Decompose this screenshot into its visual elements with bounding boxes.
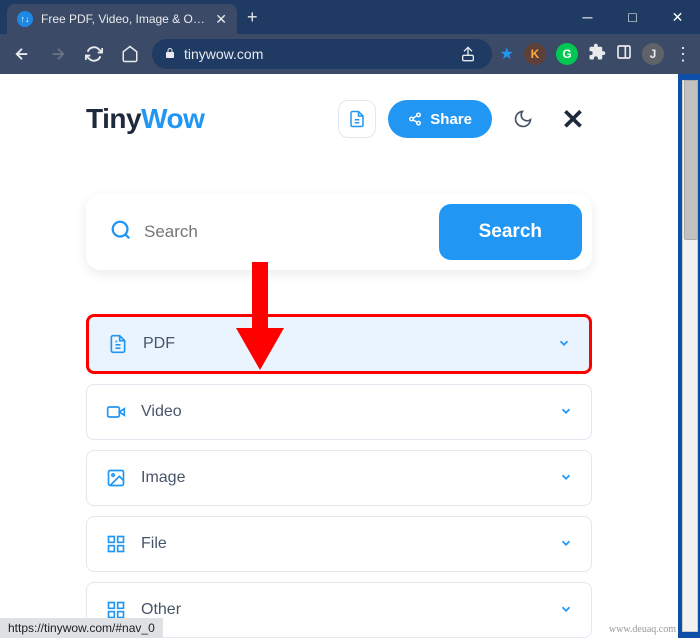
category-label: PDF (143, 335, 543, 353)
tab-close-icon[interactable]: ✕ (215, 11, 227, 28)
lock-icon (164, 47, 176, 62)
image-icon (105, 467, 127, 489)
category-video[interactable]: Video (86, 384, 592, 440)
scrollbar-thumb[interactable] (684, 80, 698, 240)
share-page-icon[interactable] (456, 42, 480, 66)
extensions-puzzle-icon[interactable] (588, 43, 606, 66)
annotation-arrow (230, 262, 290, 372)
back-button[interactable] (8, 40, 36, 68)
search-button[interactable]: Search (439, 204, 582, 260)
share-button[interactable]: Share (388, 100, 492, 138)
search-bar: Search (86, 194, 592, 270)
watermark: www.deuaq.com (609, 624, 676, 635)
chevron-down-icon (559, 536, 573, 553)
site-header: TinyWow Share ✕ (86, 100, 592, 138)
logo[interactable]: TinyWow (86, 103, 204, 135)
search-icon (110, 219, 132, 246)
bookmark-star-icon[interactable]: ★ (500, 44, 514, 64)
category-pdf[interactable]: PDF (86, 314, 592, 374)
category-image[interactable]: Image (86, 450, 592, 506)
search-input[interactable] (144, 222, 423, 242)
new-tab-button[interactable]: + (247, 7, 258, 28)
minimize-button[interactable]: ─ (565, 0, 610, 34)
url-text: tinywow.com (184, 46, 448, 62)
document-icon-button[interactable] (338, 100, 376, 138)
browser-tab[interactable]: ↑↓ Free PDF, Video, Image & Other ✕ (7, 4, 237, 34)
extension-k-icon[interactable]: K (524, 43, 546, 65)
maximize-button[interactable]: □ (610, 0, 655, 34)
pdf-icon (107, 333, 129, 355)
category-label: File (141, 535, 545, 553)
chevron-down-icon (559, 602, 573, 619)
close-menu-button[interactable]: ✕ (554, 100, 592, 138)
chrome-menu-icon[interactable]: ⋮ (674, 44, 692, 65)
address-bar[interactable]: tinywow.com (152, 39, 492, 69)
tab-title: Free PDF, Video, Image & Other (41, 12, 207, 26)
video-icon (105, 401, 127, 423)
browser-toolbar: tinywow.com ★ K G J ⋮ (0, 34, 700, 74)
file-grid-icon (105, 533, 127, 555)
chevron-down-icon (559, 404, 573, 421)
chevron-down-icon (557, 336, 571, 353)
category-label: Other (141, 601, 545, 619)
chevron-down-icon (559, 470, 573, 487)
page-content: TinyWow Share ✕ Search PDF Video (0, 74, 678, 638)
dark-mode-toggle[interactable] (504, 100, 542, 138)
favicon-icon: ↑↓ (17, 11, 33, 27)
profile-avatar[interactable]: J (642, 43, 664, 65)
category-label: Video (141, 403, 545, 421)
reload-button[interactable] (80, 40, 108, 68)
side-panel-icon[interactable] (616, 44, 632, 65)
extension-grammarly-icon[interactable]: G (556, 43, 578, 65)
forward-button[interactable] (44, 40, 72, 68)
status-bar: https://tinywow.com/#nav_0 (0, 618, 163, 638)
category-file[interactable]: File (86, 516, 592, 572)
page-viewport: TinyWow Share ✕ Search PDF Video (0, 74, 700, 638)
window-titlebar: ↑↓ Free PDF, Video, Image & Other ✕ + ─ … (0, 0, 700, 34)
home-button[interactable] (116, 40, 144, 68)
window-close-button[interactable]: ✕ (655, 0, 700, 34)
category-label: Image (141, 469, 545, 487)
